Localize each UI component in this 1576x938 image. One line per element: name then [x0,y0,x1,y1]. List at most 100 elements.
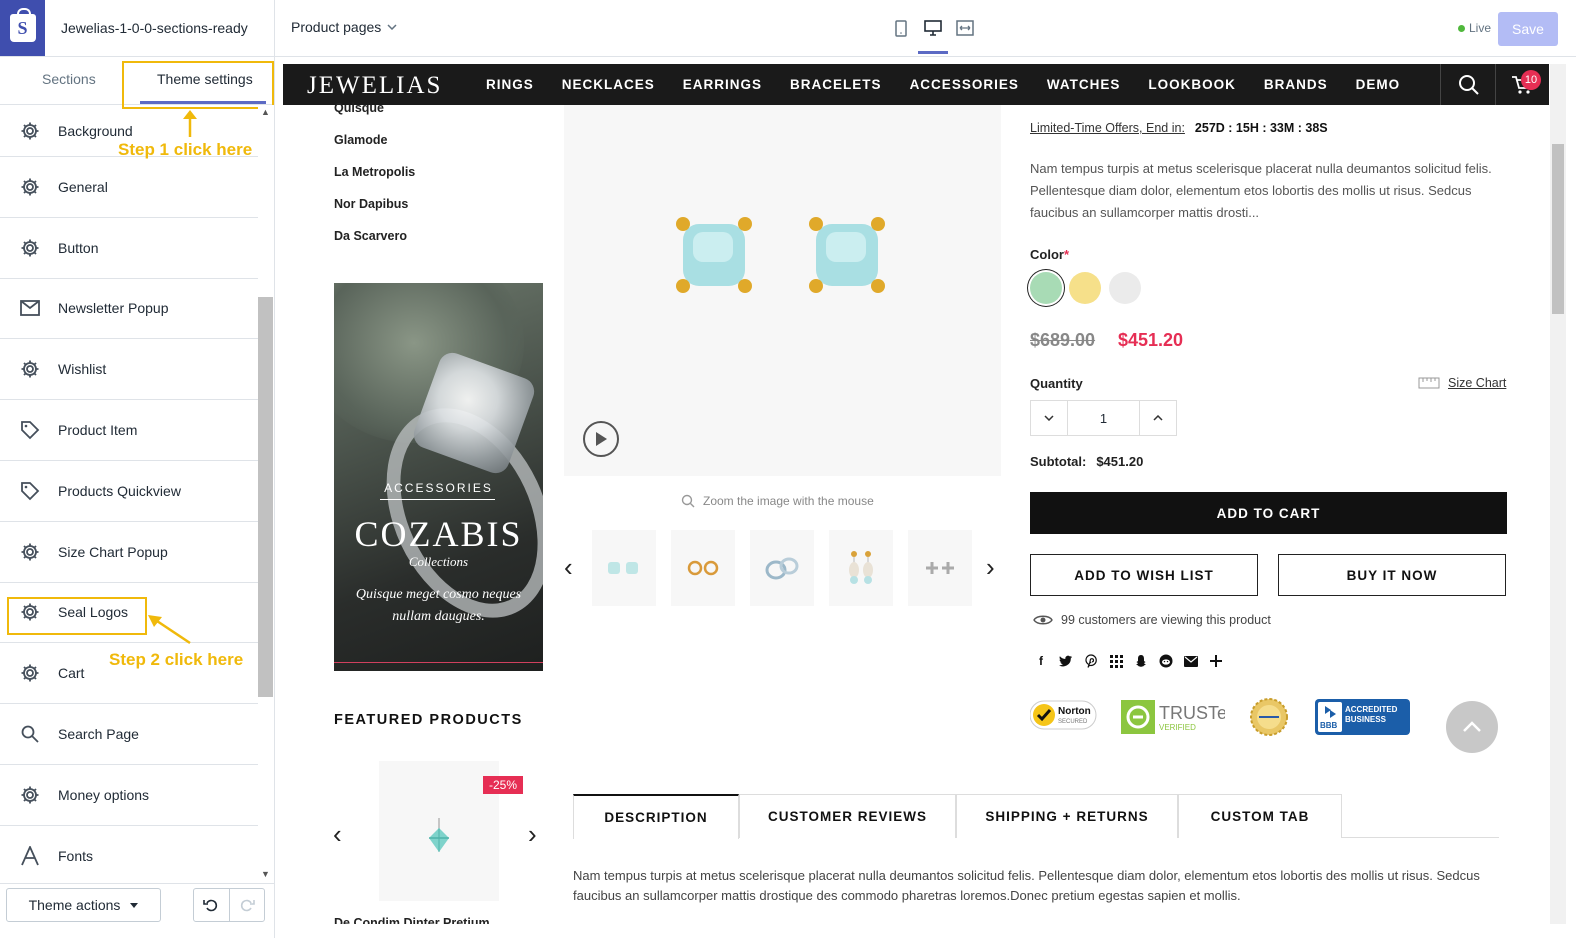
page-type-select[interactable]: Product pages [291,19,397,35]
undo-button[interactable] [194,889,230,921]
thumbnail-prev-arrow[interactable]: ‹ [564,552,573,583]
size-chart-label: Size Chart [1448,376,1507,390]
thumbnail-3[interactable] [750,530,814,606]
setting-item-products-quickview[interactable]: Products Quickview [0,461,258,522]
grid-share-icon[interactable] [1108,653,1124,669]
featured-product-name[interactable]: De Condim Dinter Pretium [334,916,490,924]
snapchat-icon[interactable] [1133,653,1149,669]
shopify-logo[interactable]: S [0,0,45,56]
thumbnail-4[interactable] [829,530,893,606]
thumbnail-2[interactable] [671,530,735,606]
preview-scrollbar[interactable] [1550,64,1566,924]
color-swatch-yellow[interactable] [1069,272,1101,304]
setting-item-button[interactable]: Button [0,218,258,279]
step2-highlight-box [7,597,147,635]
nav-item-necklaces[interactable]: NECKLACES [562,77,655,92]
nav-item-lookbook[interactable]: LOOKBOOK [1148,77,1236,92]
nav-item-accessories[interactable]: ACCESSORIES [910,77,1019,92]
tab-sections[interactable]: Sections [42,71,96,87]
undo-icon [203,899,218,912]
more-share-icon[interactable] [1208,653,1224,669]
tab-custom[interactable]: CUSTOM TAB [1178,794,1342,838]
category-item[interactable]: Glamode [334,124,415,156]
promo-banner[interactable]: ACCESSORIES COZABIS Collections Quisque … [334,283,543,671]
reddit-icon[interactable] [1158,653,1174,669]
color-swatch-white[interactable] [1109,272,1141,304]
gear-icon [20,121,40,141]
quantity-increase-button[interactable] [1140,401,1176,435]
page-type-label: Product pages [291,19,382,35]
quantity-input[interactable]: 1 [1067,401,1140,435]
viewers-text: 99 customers are viewing this product [1061,613,1271,627]
pinterest-icon[interactable] [1083,653,1099,669]
authorize-net-logo [1250,698,1288,736]
tag-icon [20,420,40,440]
live-dot-icon [1458,24,1465,32]
play-icon [596,432,607,446]
shopify-bag-icon: S [9,8,36,42]
play-video-button[interactable] [583,421,619,457]
tab-customer-reviews[interactable]: CUSTOMER REVIEWS [739,794,956,838]
category-item[interactable]: Nor Dapibus [334,188,415,220]
norton-subtext: SECURED [1058,719,1088,725]
scroll-down-icon[interactable]: ▼ [261,869,270,879]
tab-shipping-returns[interactable]: SHIPPING + RETURNS [956,794,1178,838]
thumbnail-1[interactable] [592,530,656,606]
sidebar-scrollbar[interactable]: ▲ ▼ [258,105,274,885]
featured-next-arrow[interactable]: › [528,819,537,850]
nav-item-earrings[interactable]: EARRINGS [683,77,762,92]
thumb-rings-image [765,557,799,580]
eye-icon [1033,615,1053,625]
nav-item-watches[interactable]: WATCHES [1047,77,1121,92]
add-to-cart-button[interactable]: ADD TO CART [1030,492,1507,534]
preview-scroll-thumb[interactable] [1552,144,1564,314]
nav-item-brands[interactable]: BRANDS [1264,77,1328,92]
add-to-wishlist-button[interactable]: ADD TO WISH LIST [1030,554,1258,596]
twitter-icon[interactable] [1058,653,1074,669]
thumbnail-5[interactable] [908,530,972,606]
facebook-icon[interactable]: f [1033,653,1049,669]
setting-item-general[interactable]: General [0,157,258,218]
thumb-drop-earrings-image [849,551,873,584]
size-chart-link[interactable]: Size Chart [1418,376,1506,390]
nav-item-rings[interactable]: RINGS [486,77,534,92]
category-item[interactable]: Da Scarvero [334,220,415,252]
featured-prev-arrow[interactable]: ‹ [333,819,342,850]
live-status: Live [1458,21,1491,35]
quantity-stepper: 1 [1030,400,1177,436]
setting-item-label: Money options [58,786,150,803]
category-item[interactable]: Quisque [334,92,415,124]
setting-item-label: Product Item [58,422,138,439]
save-button[interactable]: Save [1498,12,1558,46]
chevron-down-icon [387,24,397,30]
setting-item-product-item[interactable]: Product Item [0,400,258,461]
mobile-view-button[interactable] [890,16,912,40]
nav-item-bracelets[interactable]: BRACELETS [790,77,882,92]
email-icon[interactable] [1183,653,1199,669]
setting-item-search-page[interactable]: Search Page [0,704,258,765]
nav-separator [1440,64,1441,105]
quantity-decrease-button[interactable] [1031,401,1067,435]
category-item[interactable]: La Metropolis [334,156,415,188]
setting-item-money-options[interactable]: Money options [0,765,258,826]
search-icon[interactable] [1458,74,1480,96]
setting-item-newsletter-popup[interactable]: Newsletter Popup [0,279,258,340]
device-switcher [890,16,976,54]
store-preview: JEWELIAS RINGS NECKLACES EARRINGS BRACELETS… [283,64,1549,924]
redo-button[interactable] [230,889,265,921]
tab-description[interactable]: DESCRIPTION [573,794,739,839]
scroll-up-icon[interactable]: ▲ [261,107,270,117]
fullscreen-view-button[interactable] [954,16,976,40]
product-main-image[interactable] [564,105,1001,476]
thumbnail-next-arrow[interactable]: › [986,552,995,583]
theme-actions-button[interactable]: Theme actions [6,888,161,922]
setting-item-fonts[interactable]: Fonts [0,826,258,885]
buy-now-button[interactable]: BUY IT NOW [1278,554,1506,596]
back-to-top-button[interactable] [1446,701,1498,753]
nav-item-demo[interactable]: DEMO [1356,77,1401,92]
setting-item-wishlist[interactable]: Wishlist [0,339,258,401]
color-swatch-green[interactable] [1030,272,1062,304]
setting-item-size-chart-popup[interactable]: Size Chart Popup [0,522,258,583]
desktop-view-button[interactable] [918,16,948,54]
scroll-thumb[interactable] [258,297,273,697]
